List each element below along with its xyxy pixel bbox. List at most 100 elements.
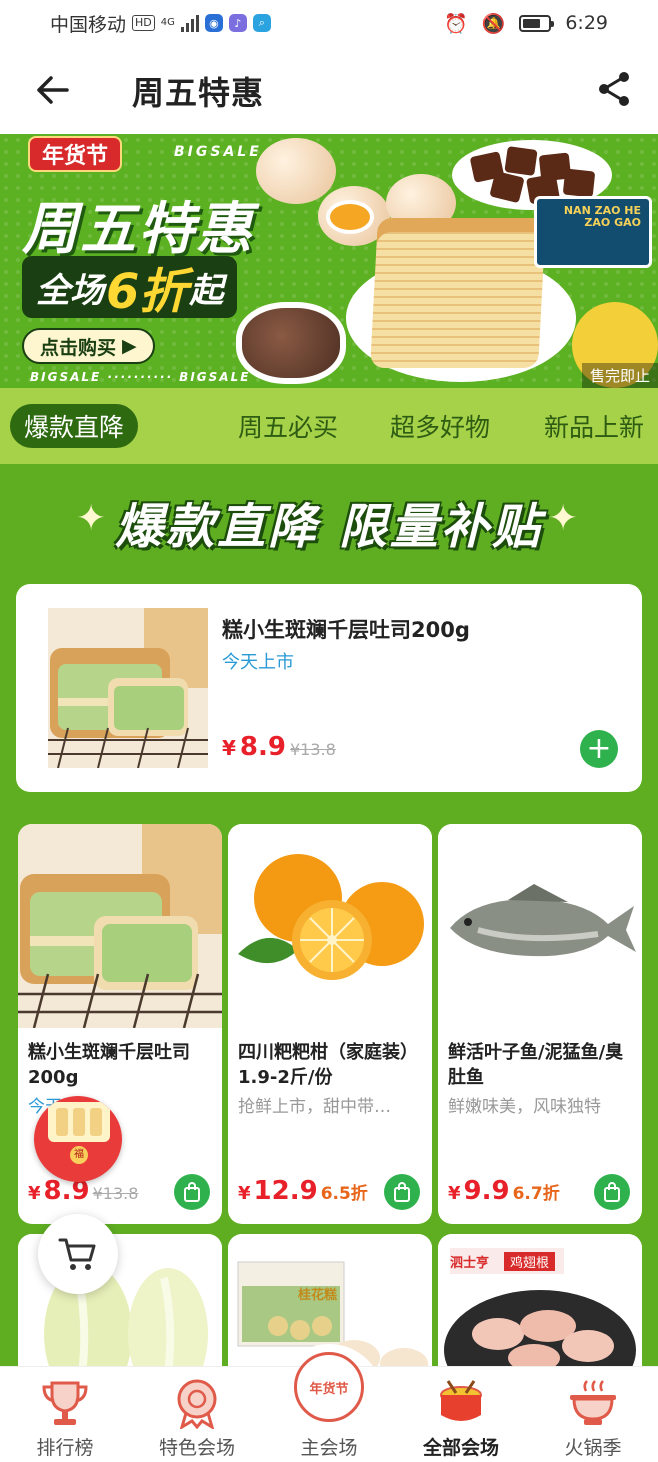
orange-product-image bbox=[228, 824, 432, 1028]
nav-label: 全部会场 bbox=[422, 1437, 499, 1459]
toast-product-image bbox=[18, 824, 222, 1028]
featured-price: ¥ 8.9 ¥13.8 bbox=[222, 732, 336, 762]
original-price: ¥13.8 bbox=[289, 740, 336, 759]
product-box-image: NAN ZAO HE ZAO GAO bbox=[534, 196, 652, 268]
featured-product-card[interactable]: 糕小生斑斓千层吐司200g 今天上市 ¥ 8.9 ¥13.8 + bbox=[16, 584, 642, 792]
trophy-icon bbox=[42, 1381, 88, 1425]
festival-logo-icon[interactable]: 年货节 bbox=[294, 1352, 364, 1422]
plus-icon: + bbox=[586, 731, 612, 766]
nav-label: 火锅季 bbox=[564, 1437, 622, 1459]
hd-badge: HD bbox=[132, 15, 155, 31]
featured-product-tag: 今天上市 bbox=[222, 652, 294, 673]
battery-icon bbox=[519, 14, 555, 32]
cart-float-button[interactable] bbox=[38, 1214, 118, 1294]
app-header: 周五特惠 bbox=[0, 46, 658, 134]
red-packet-float-button[interactable]: 福 bbox=[34, 1096, 122, 1182]
carrier-label: 中国移动 bbox=[50, 13, 127, 36]
add-to-cart-button[interactable] bbox=[174, 1174, 210, 1210]
nav-label: 排行榜 bbox=[36, 1437, 94, 1459]
drum-icon bbox=[440, 1380, 482, 1421]
nav-hotpot-season[interactable]: 火锅季 bbox=[528, 1367, 658, 1462]
product-name: 四川粑粑柑（家庭装）1.9-2斤/份 bbox=[238, 1042, 418, 1088]
subtitle-highlight: 6折 bbox=[106, 264, 188, 320]
share-button[interactable] bbox=[594, 68, 636, 110]
festival-badge: 年货节 bbox=[28, 136, 123, 172]
nav-label: 特色会场 bbox=[158, 1437, 235, 1459]
bigsale-label: BIGSALE bbox=[174, 144, 262, 160]
add-to-cart-button[interactable]: + bbox=[580, 730, 618, 768]
add-to-cart-button[interactable] bbox=[594, 1174, 630, 1210]
discount-label: 6.5折 bbox=[320, 1184, 368, 1204]
section-title: 爆款直降 限量补贴 bbox=[115, 499, 543, 555]
product-label: 鸡翅根 bbox=[504, 1252, 556, 1271]
signal-icon bbox=[180, 14, 199, 32]
price-value: 9.9 bbox=[463, 1176, 510, 1206]
toast-product-image bbox=[48, 608, 208, 768]
bigsale-footer-label: BIGSALE ·········· BIGSALE bbox=[30, 370, 251, 384]
sold-out-tag: 售完即止 bbox=[581, 363, 658, 388]
nav-ranking[interactable]: 排行榜 bbox=[0, 1367, 130, 1462]
shopping-bag-icon bbox=[184, 1182, 200, 1202]
nav-all-venues[interactable]: 全部会场 bbox=[396, 1367, 526, 1462]
category-tabs: 爆款直降 周五必买 超多好物 新品上新 bbox=[0, 388, 658, 464]
price-symbol: ¥ bbox=[448, 1183, 461, 1204]
price-symbol: ¥ bbox=[238, 1183, 251, 1204]
featured-product-name: 糕小生斑斓千层吐司200g bbox=[222, 618, 470, 642]
back-button[interactable] bbox=[30, 70, 74, 110]
price-symbol: ¥ bbox=[28, 1183, 41, 1204]
search-notification-icon: ⌕ bbox=[252, 14, 271, 32]
original-price: ¥13.8 bbox=[92, 1184, 139, 1203]
tab-new-arrivals[interactable]: 新品上新 bbox=[544, 408, 644, 444]
product-desc: 鲜嫩味美，风味独特 bbox=[448, 1097, 601, 1117]
app-notification-icon: ◉ bbox=[204, 14, 223, 32]
price-symbol: ¥ bbox=[222, 736, 236, 760]
egg-yolk-image bbox=[326, 200, 374, 234]
box-label: 桂花糕 bbox=[298, 1288, 338, 1303]
cart-icon bbox=[58, 1238, 96, 1270]
buy-now-button[interactable]: 点击购买 ▶ bbox=[22, 328, 155, 364]
status-left: 中国移动 HD 4G ◉ ♪ ⌕ bbox=[50, 10, 271, 37]
product-name: 糕小生斑斓千层吐司200g bbox=[28, 1042, 190, 1088]
add-to-cart-button[interactable] bbox=[384, 1174, 420, 1210]
tab-friday-must-buy[interactable]: 周五必买 bbox=[238, 408, 338, 444]
nav-center-text: 年货节 bbox=[309, 1381, 349, 1397]
shopping-bag-icon bbox=[604, 1182, 620, 1202]
network-type: 4G bbox=[160, 17, 175, 28]
price-value: 12.9 bbox=[253, 1176, 318, 1206]
promo-banner[interactable]: NAN ZAO HE ZAO GAO 年货节 BIGSALE 周五特惠 全场 6… bbox=[0, 134, 658, 388]
status-right: ⏰ 🔕 6:29 bbox=[444, 12, 608, 35]
shopping-bag-icon bbox=[394, 1182, 410, 1202]
medal-icon bbox=[177, 1379, 217, 1429]
nav-label: 主会场 bbox=[300, 1437, 358, 1459]
fortune-seal: 福 bbox=[70, 1146, 88, 1164]
alarm-icon: ⏰ bbox=[443, 12, 468, 35]
back-arrow-icon bbox=[37, 76, 69, 104]
product-card[interactable]: 泗士亨 鸡翅根 bbox=[438, 1234, 642, 1374]
share-icon bbox=[599, 72, 629, 106]
tab-many-goods[interactable]: 超多好物 bbox=[390, 408, 490, 444]
clock: 6:29 bbox=[565, 12, 608, 34]
product-desc: 抢鲜上市，甜中带… bbox=[238, 1097, 391, 1117]
nav-featured-venue[interactable]: 特色会场 bbox=[132, 1367, 262, 1462]
product-card[interactable]: 鲜活叶子鱼/泥猛鱼/臭肚鱼 鲜嫩味美，风味独特 ¥ 9.9 6.7折 bbox=[438, 824, 642, 1224]
red-packet-icon bbox=[48, 1102, 110, 1142]
product-price: ¥ 9.9 6.7折 bbox=[448, 1176, 560, 1206]
layer-cake-image bbox=[370, 218, 546, 368]
banner-subtitle: 全场 6折 起 bbox=[22, 256, 238, 320]
play-triangle-icon: ▶ bbox=[122, 335, 137, 357]
subtitle-suffix: 起 bbox=[189, 270, 224, 311]
status-bar: 中国移动 HD 4G ◉ ♪ ⌕ ⏰ 🔕 6:29 bbox=[0, 0, 658, 46]
box-text: NAN ZAO HE ZAO GAO bbox=[563, 204, 641, 229]
sparkle-icon: ✦ bbox=[548, 498, 579, 539]
subtitle-prefix: 全场 bbox=[36, 270, 104, 311]
discount-label: 6.7折 bbox=[512, 1184, 560, 1204]
brand-label: 泗士亨 bbox=[450, 1256, 490, 1271]
product-card[interactable]: 四川粑粑柑（家庭装）1.9-2斤/份 抢鲜上市，甜中带… ¥ 12.9 6.5折 bbox=[228, 824, 432, 1224]
music-notification-icon: ♪ bbox=[228, 14, 247, 32]
product-name: 鲜活叶子鱼/泥猛鱼/臭肚鱼 bbox=[448, 1042, 624, 1088]
section-header: ✦ 爆款直降 限量补贴 ✦ bbox=[0, 484, 658, 560]
price-value: 8.9 bbox=[239, 732, 286, 762]
egg-image bbox=[256, 138, 336, 204]
tab-baokuan[interactable]: 爆款直降 bbox=[10, 404, 139, 448]
page-title: 周五特惠 bbox=[132, 74, 265, 112]
